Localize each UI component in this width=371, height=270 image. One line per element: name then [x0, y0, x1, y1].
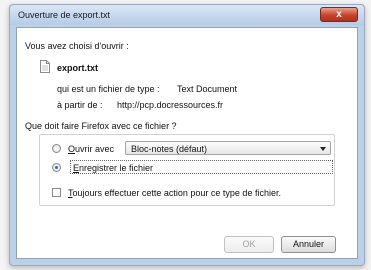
save-file-label[interactable]: Enregistrer le fichier — [73, 163, 153, 173]
text-file-icon — [40, 60, 50, 73]
open-with-radio[interactable] — [52, 144, 61, 153]
cancel-button[interactable]: Annuler — [281, 236, 336, 253]
open-prompt: Vous avez choisi d'ouvrir : — [25, 41, 129, 51]
file-name: export.txt — [57, 63, 99, 73]
open-with-app-value: Bloc-notes (défaut) — [131, 144, 208, 154]
always-do-this-label[interactable]: Toujours effectuer cette action pour ce … — [68, 188, 281, 198]
question-heading: Que doit faire Firefox avec ce fichier ? — [25, 121, 177, 131]
file-type-label: qui est un fichier de type : — [57, 84, 160, 94]
always-do-this-checkbox[interactable] — [52, 188, 61, 197]
file-download-dialog: Ouverture de export.txt x Vous avez choi… — [9, 4, 365, 266]
open-with-label[interactable]: Ouvrir avec — [68, 144, 114, 154]
file-type-value: Text Document — [177, 84, 238, 94]
open-with-app-select[interactable]: Bloc-notes (défaut) — [125, 141, 331, 155]
save-file-radio[interactable] — [52, 163, 61, 172]
source-label: à partir de : — [57, 100, 103, 110]
close-button[interactable]: x — [320, 7, 358, 22]
window-title: Ouverture de export.txt — [18, 10, 111, 20]
ok-button[interactable]: OK — [224, 236, 274, 253]
chevron-down-icon — [320, 147, 326, 151]
title-bar[interactable]: Ouverture de export.txt x — [10, 5, 364, 25]
source-url: http://pcp.docressources.fr — [117, 100, 224, 110]
dialog-body: Vous avez choisi d'ouvrir : export.txt q… — [16, 27, 358, 259]
